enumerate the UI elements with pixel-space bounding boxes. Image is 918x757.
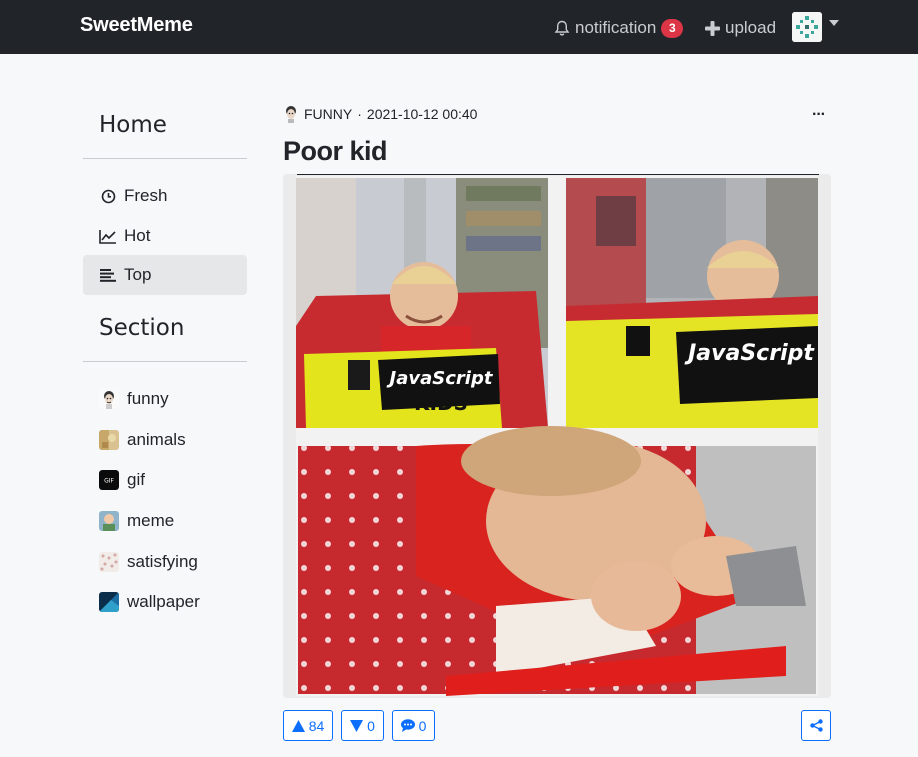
meme-image: JavaScript KIDS JavaScript KIDS xyxy=(296,176,818,696)
sidebar-item-label: Fresh xyxy=(124,186,168,205)
section-item-animals[interactable]: animals xyxy=(83,420,247,460)
section-item-label: gif xyxy=(127,470,145,489)
post-image[interactable]: JavaScript KIDS JavaScript KIDS xyxy=(283,174,831,698)
downvote-count: 0 xyxy=(367,717,375,734)
home-divider xyxy=(83,158,247,159)
arrow-down-icon xyxy=(350,719,364,732)
comment-icon xyxy=(400,719,415,732)
notification-count-badge: 3 xyxy=(661,18,684,38)
notification-label: notification xyxy=(575,18,657,37)
bell-icon xyxy=(554,20,570,35)
downvote-button[interactable]: 0 xyxy=(341,710,384,741)
title-underline xyxy=(297,174,819,175)
gif-thumbnail: GIF xyxy=(99,470,119,490)
section-item-gif[interactable]: GIF gif xyxy=(83,460,247,500)
section-item-label: meme xyxy=(127,511,175,530)
satisfying-thumbnail xyxy=(99,552,119,572)
user-avatar[interactable] xyxy=(792,12,822,42)
section-item-label: wallpaper xyxy=(127,592,200,611)
post-timestamp: 2021-10-12 00:40 xyxy=(366,106,478,122)
notification-link[interactable]: notification 3 xyxy=(554,16,684,40)
plus-icon xyxy=(705,20,720,36)
post-meta: FUNNY · 2021-10-12 00:40 xyxy=(283,104,477,124)
section-item-funny[interactable]: funny xyxy=(83,379,247,419)
sidebar-item-hot[interactable]: Hot xyxy=(83,216,247,256)
book-title-2: KIDS xyxy=(414,391,468,415)
sidebar-item-label: Top xyxy=(124,265,152,284)
caret-down-icon[interactable] xyxy=(829,20,839,26)
meta-separator: · xyxy=(357,106,362,122)
share-icon xyxy=(809,719,823,732)
upload-label: upload xyxy=(725,18,777,37)
section-divider xyxy=(83,361,247,362)
clock-icon xyxy=(98,187,118,205)
svg-text:GIF: GIF xyxy=(104,478,114,485)
section-item-label: funny xyxy=(127,389,169,408)
animals-thumbnail xyxy=(99,430,119,450)
more-options-button[interactable]: ··· xyxy=(812,106,826,124)
bars-icon xyxy=(98,266,118,284)
sidebar-item-fresh[interactable]: Fresh xyxy=(83,176,247,216)
wallpaper-thumbnail xyxy=(99,592,119,612)
arrow-up-icon xyxy=(291,719,305,732)
section-avatar-icon xyxy=(283,105,299,123)
comments-button[interactable]: 0 xyxy=(392,710,435,741)
section-item-satisfying[interactable]: satisfying xyxy=(83,542,247,582)
section-item-label: animals xyxy=(127,430,186,449)
section-heading: Section xyxy=(99,315,185,341)
section-item-label: satisfying xyxy=(127,552,198,571)
upload-link[interactable]: upload xyxy=(704,16,776,40)
upvote-button[interactable]: 84 xyxy=(283,710,333,741)
upvote-count: 84 xyxy=(308,717,325,734)
top-navbar: SweetMeme notification 3 upload xyxy=(0,0,918,54)
sidebar-item-top[interactable]: Top xyxy=(83,255,247,295)
book-title-2-alt: KIDS xyxy=(719,368,784,396)
line-chart-icon xyxy=(98,227,118,245)
meme-thumbnail xyxy=(99,511,119,531)
funny-thumbnail xyxy=(99,389,119,409)
brand-logo[interactable]: SweetMeme xyxy=(80,14,193,37)
section-item-wallpaper[interactable]: wallpaper xyxy=(83,582,247,622)
comment-count: 0 xyxy=(418,717,427,734)
book-title-1: JavaScript xyxy=(387,368,494,389)
share-button[interactable] xyxy=(801,710,831,741)
home-heading: Home xyxy=(99,112,167,138)
section-item-meme[interactable]: meme xyxy=(83,501,247,541)
sidebar-item-label: Hot xyxy=(124,226,151,245)
post-section-link[interactable]: FUNNY xyxy=(304,106,352,122)
avatar-graphic xyxy=(792,12,822,42)
post-title[interactable]: Poor kid xyxy=(283,136,388,167)
book-title-1-alt: JavaScript xyxy=(684,341,815,366)
